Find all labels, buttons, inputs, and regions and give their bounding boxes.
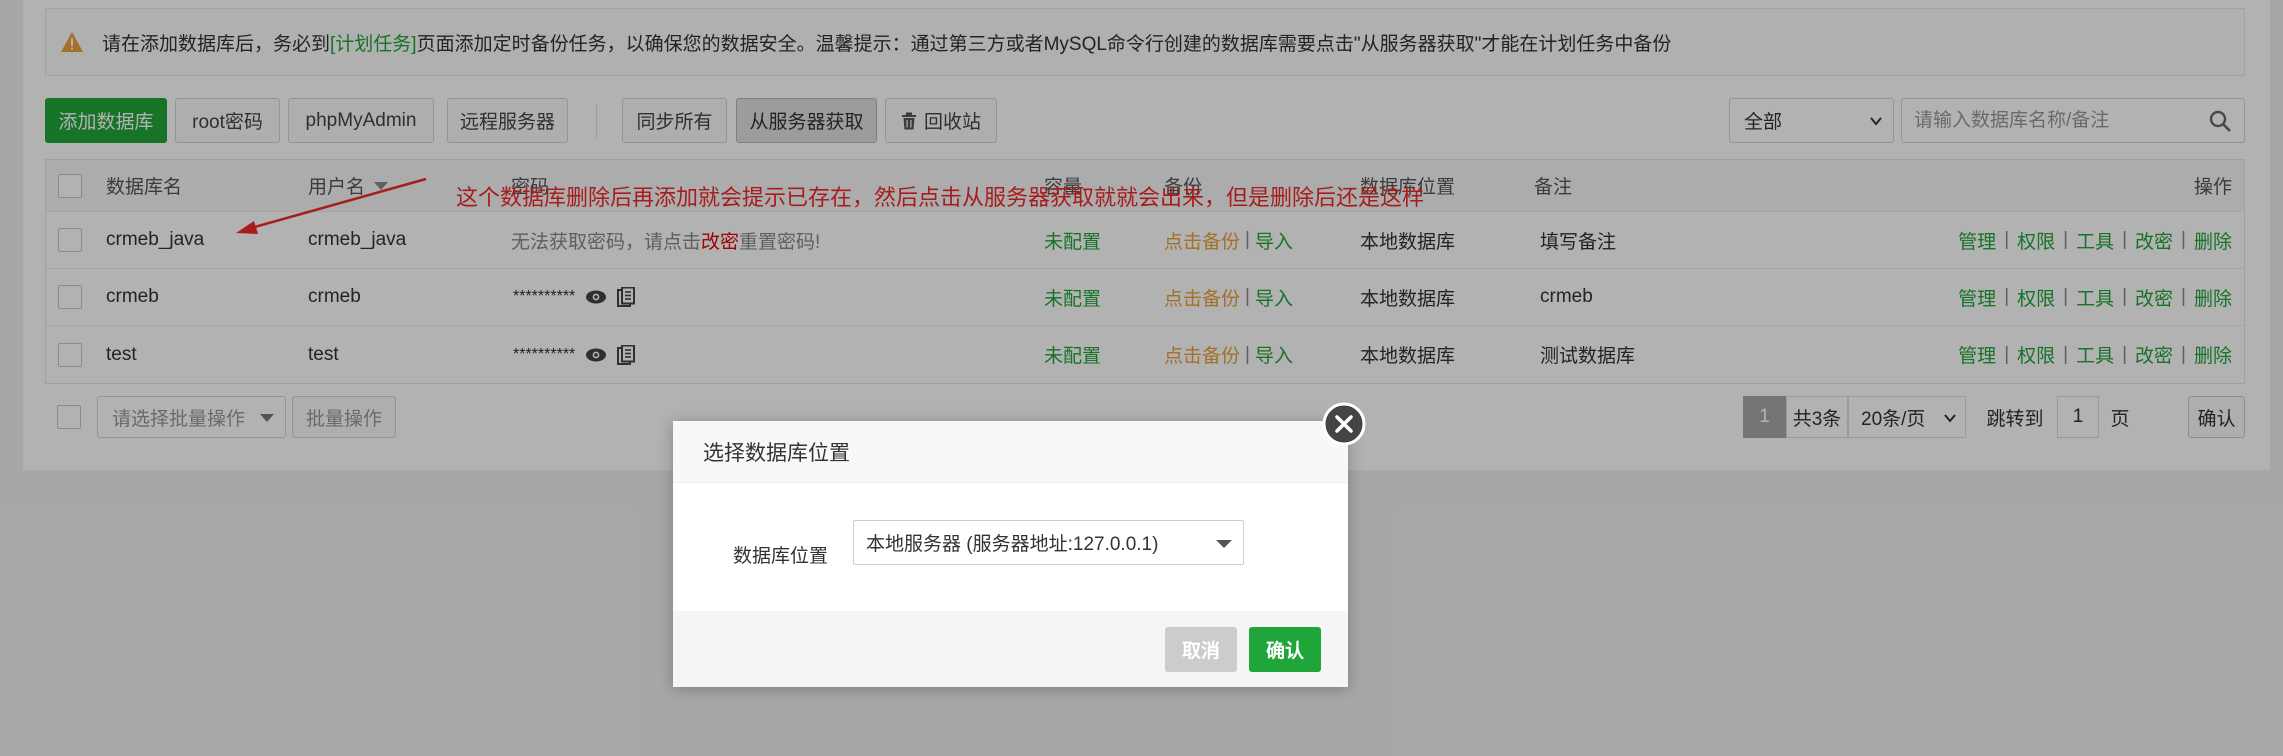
select-db-location-dialog: 选择数据库位置 数据库位置 本地服务器 (服务器地址:127.0.0.1) 取消… bbox=[673, 421, 1348, 687]
dialog-footer: 取消 确认 bbox=[673, 611, 1348, 687]
caret-down-icon bbox=[1216, 540, 1232, 548]
dialog-title: 选择数据库位置 bbox=[673, 421, 1348, 483]
close-icon[interactable] bbox=[1322, 402, 1366, 446]
db-location-select-value: 本地服务器 (服务器地址:127.0.0.1) bbox=[866, 534, 1159, 555]
db-location-label: 数据库位置 bbox=[733, 546, 829, 567]
confirm-button[interactable]: 确认 bbox=[1249, 627, 1321, 672]
db-location-select[interactable]: 本地服务器 (服务器地址:127.0.0.1) bbox=[853, 520, 1244, 565]
dialog-body: 数据库位置 本地服务器 (服务器地址:127.0.0.1) bbox=[673, 483, 1348, 611]
cancel-button[interactable]: 取消 bbox=[1165, 627, 1237, 672]
